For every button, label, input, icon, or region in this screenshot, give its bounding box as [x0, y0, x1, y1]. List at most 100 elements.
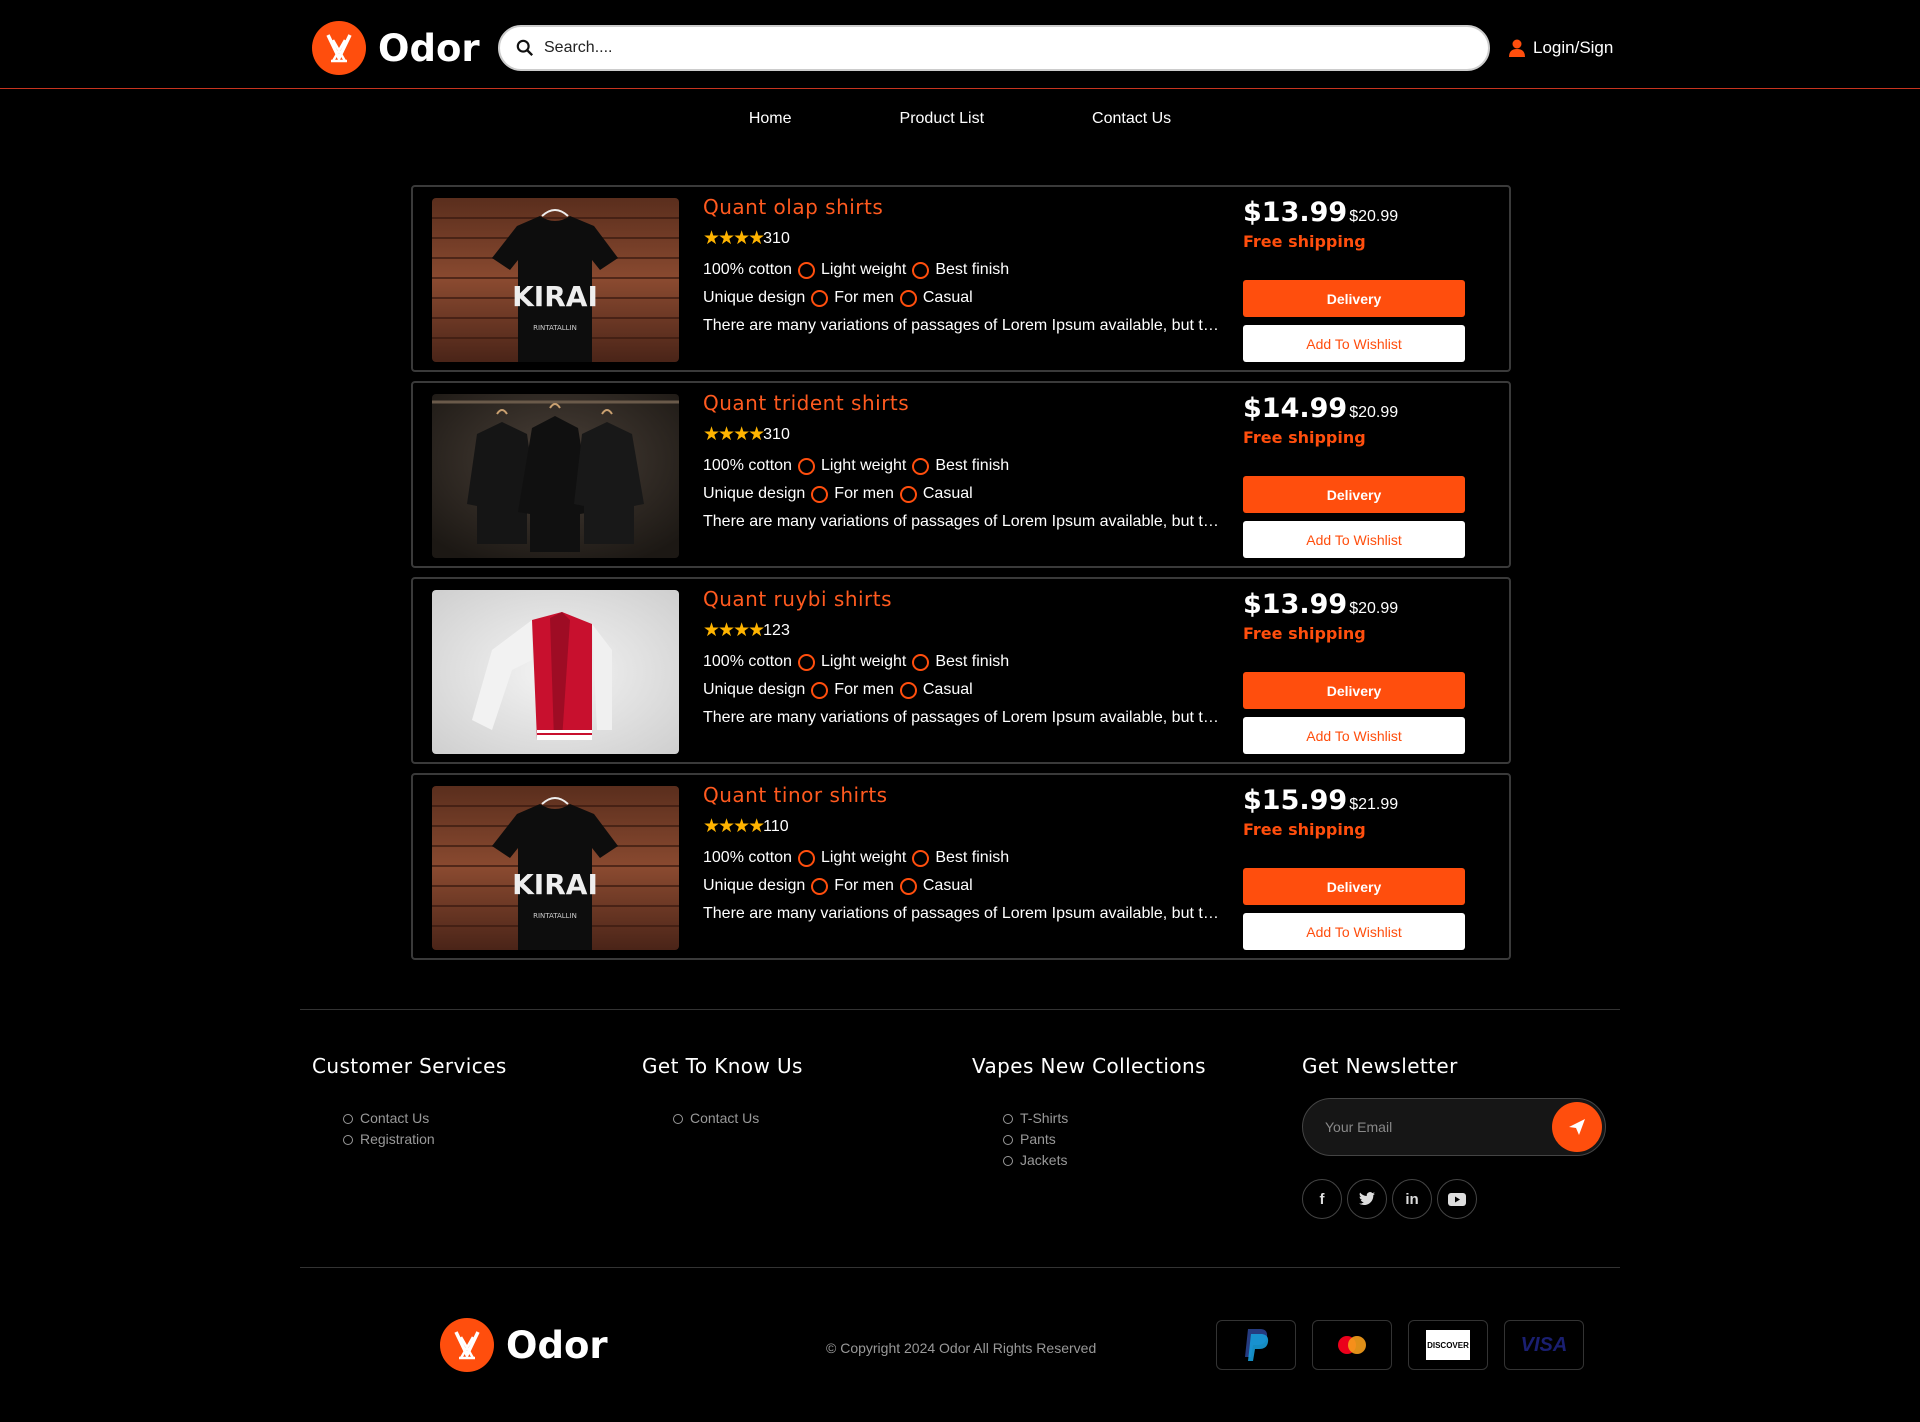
footer-link-registration[interactable]: Registration: [343, 1129, 507, 1150]
brand-name: Odor: [506, 1323, 608, 1367]
footer-link-jackets[interactable]: Jackets: [1003, 1150, 1206, 1171]
footer-link-contact-us[interactable]: Contact Us: [343, 1108, 507, 1129]
old-price: $20.99: [1349, 404, 1399, 421]
product-price: $13.99: [1243, 197, 1348, 228]
feature-label: Light weight: [820, 457, 907, 474]
feature-label: Best finish: [935, 457, 1010, 474]
feature-label: Unique design: [703, 681, 806, 698]
email-field[interactable]: [1325, 1119, 1535, 1135]
feature-label: Light weight: [820, 653, 907, 670]
login-label: Login/Sign: [1533, 38, 1614, 57]
copyright-text: © Copyright 2024 Odor All Rights Reserve…: [826, 1340, 1097, 1356]
circle-icon: [1003, 1155, 1013, 1166]
delivery-button[interactable]: Delivery: [1243, 280, 1465, 317]
feature-label: For men: [834, 485, 894, 502]
footer-heading: Get Newsletter: [1302, 1054, 1458, 1078]
footer-link-contact-us[interactable]: Contact Us: [673, 1108, 803, 1129]
login-link[interactable]: Login/Sign: [1509, 38, 1613, 58]
circle-icon: [912, 653, 930, 671]
circle-icon: [797, 849, 815, 867]
circle-icon: [673, 1113, 683, 1124]
social-links: f in: [1302, 1179, 1477, 1219]
footer-col-newsletter: Get Newsletter: [1302, 1054, 1458, 1078]
feature-label: Unique design: [703, 289, 806, 306]
facebook-icon[interactable]: f: [1302, 1179, 1342, 1219]
youtube-icon[interactable]: [1437, 1179, 1477, 1219]
add-to-wishlist-button[interactable]: Add To Wishlist: [1243, 521, 1465, 558]
user-icon: [1509, 39, 1525, 57]
send-button[interactable]: [1552, 1102, 1602, 1152]
product-title[interactable]: Quant olap shirts: [703, 195, 1223, 219]
product-title[interactable]: Quant ruybi shirts: [703, 587, 1223, 611]
price-block: $13.99 $20.99 Free shipping: [1243, 197, 1473, 251]
feature-label: For men: [834, 289, 894, 306]
footer-brand-logo[interactable]: Odor: [440, 1318, 608, 1372]
footer-col-customer-services: Customer Services Contact Us Registratio…: [312, 1054, 507, 1150]
price-block: $13.99 $20.99 Free shipping: [1243, 589, 1473, 643]
product-description: There are many variations of passages of…: [703, 317, 1223, 334]
circle-icon: [899, 681, 917, 699]
review-count: 310: [763, 425, 790, 443]
feature-label: Best finish: [935, 653, 1010, 670]
add-to-wishlist-button[interactable]: Add To Wishlist: [1243, 325, 1465, 362]
feature-label: Unique design: [703, 485, 806, 502]
price-block: $14.99 $20.99 Free shipping: [1243, 393, 1473, 447]
old-price: $20.99: [1349, 208, 1399, 225]
delivery-button[interactable]: Delivery: [1243, 476, 1465, 513]
circle-icon: [811, 289, 829, 307]
newsletter-form: [1302, 1098, 1606, 1156]
circle-icon: [343, 1113, 353, 1124]
review-count: 123: [763, 621, 790, 639]
product-card: Quant ruybi shirts ★★★★ 123 100% cotton …: [411, 577, 1511, 764]
twitter-icon[interactable]: [1347, 1179, 1387, 1219]
brand-logo[interactable]: Odor: [312, 21, 480, 75]
feature-label: Casual: [922, 485, 973, 502]
product-image-black-hoodies[interactable]: [432, 394, 679, 558]
circle-icon: [811, 877, 829, 895]
product-description: There are many variations of passages of…: [703, 513, 1223, 530]
circle-icon: [912, 261, 930, 279]
linkedin-icon[interactable]: in: [1392, 1179, 1432, 1219]
product-image-red-jacket[interactable]: [432, 590, 679, 754]
product-features: 100% cotton Light weight Best finish Uni…: [703, 256, 1223, 312]
product-card: Quant trident shirts ★★★★ 310 100% cotto…: [411, 381, 1511, 568]
star-icons: ★★★★: [703, 816, 765, 837]
star-icons: ★★★★: [703, 228, 765, 249]
delivery-button[interactable]: Delivery: [1243, 868, 1465, 905]
product-price: $14.99: [1243, 393, 1348, 424]
site-header: Odor Login/Sign: [0, 0, 1920, 89]
review-count: 110: [763, 817, 789, 835]
add-to-wishlist-button[interactable]: Add To Wishlist: [1243, 913, 1465, 950]
product-list: KIRAI RINTATALLIN Quant olap shirts ★★★★…: [411, 185, 1511, 969]
footer-link-pants[interactable]: Pants: [1003, 1129, 1206, 1150]
delivery-button[interactable]: Delivery: [1243, 672, 1465, 709]
product-image-black-tshirt[interactable]: KIRAI RINTATALLIN: [432, 786, 679, 950]
footer-link-tshirts[interactable]: T-Shirts: [1003, 1108, 1206, 1129]
product-image-black-tshirt[interactable]: KIRAI RINTATALLIN: [432, 198, 679, 362]
price-block: $15.99 $21.99 Free shipping: [1243, 785, 1473, 839]
circle-icon: [1003, 1134, 1013, 1145]
circle-icon: [343, 1134, 353, 1145]
product-title[interactable]: Quant trident shirts: [703, 391, 1223, 415]
feature-label: 100% cotton: [703, 457, 792, 474]
feature-label: For men: [834, 681, 894, 698]
footer-divider: [300, 1009, 1620, 1010]
nav-contact-us[interactable]: Contact Us: [1092, 110, 1171, 128]
circle-icon: [797, 261, 815, 279]
circle-icon: [797, 457, 815, 475]
search-icon: [516, 39, 534, 57]
nav-product-list[interactable]: Product List: [900, 110, 984, 128]
star-icons: ★★★★: [703, 620, 765, 641]
footer-heading: Vapes New Collections: [972, 1054, 1206, 1078]
old-price: $20.99: [1349, 600, 1399, 617]
add-to-wishlist-button[interactable]: Add To Wishlist: [1243, 717, 1465, 754]
product-title[interactable]: Quant tinor shirts: [703, 783, 1223, 807]
product-price: $13.99: [1243, 589, 1348, 620]
nav-home[interactable]: Home: [749, 110, 792, 128]
search-input[interactable]: [544, 39, 1444, 57]
product-description: There are many variations of passages of…: [703, 905, 1223, 922]
feature-label: Casual: [922, 877, 973, 894]
product-features: 100% cotton Light weight Best finish Uni…: [703, 648, 1223, 704]
shipping-label: Free shipping: [1243, 428, 1366, 447]
mastercard-icon: [1312, 1320, 1392, 1370]
